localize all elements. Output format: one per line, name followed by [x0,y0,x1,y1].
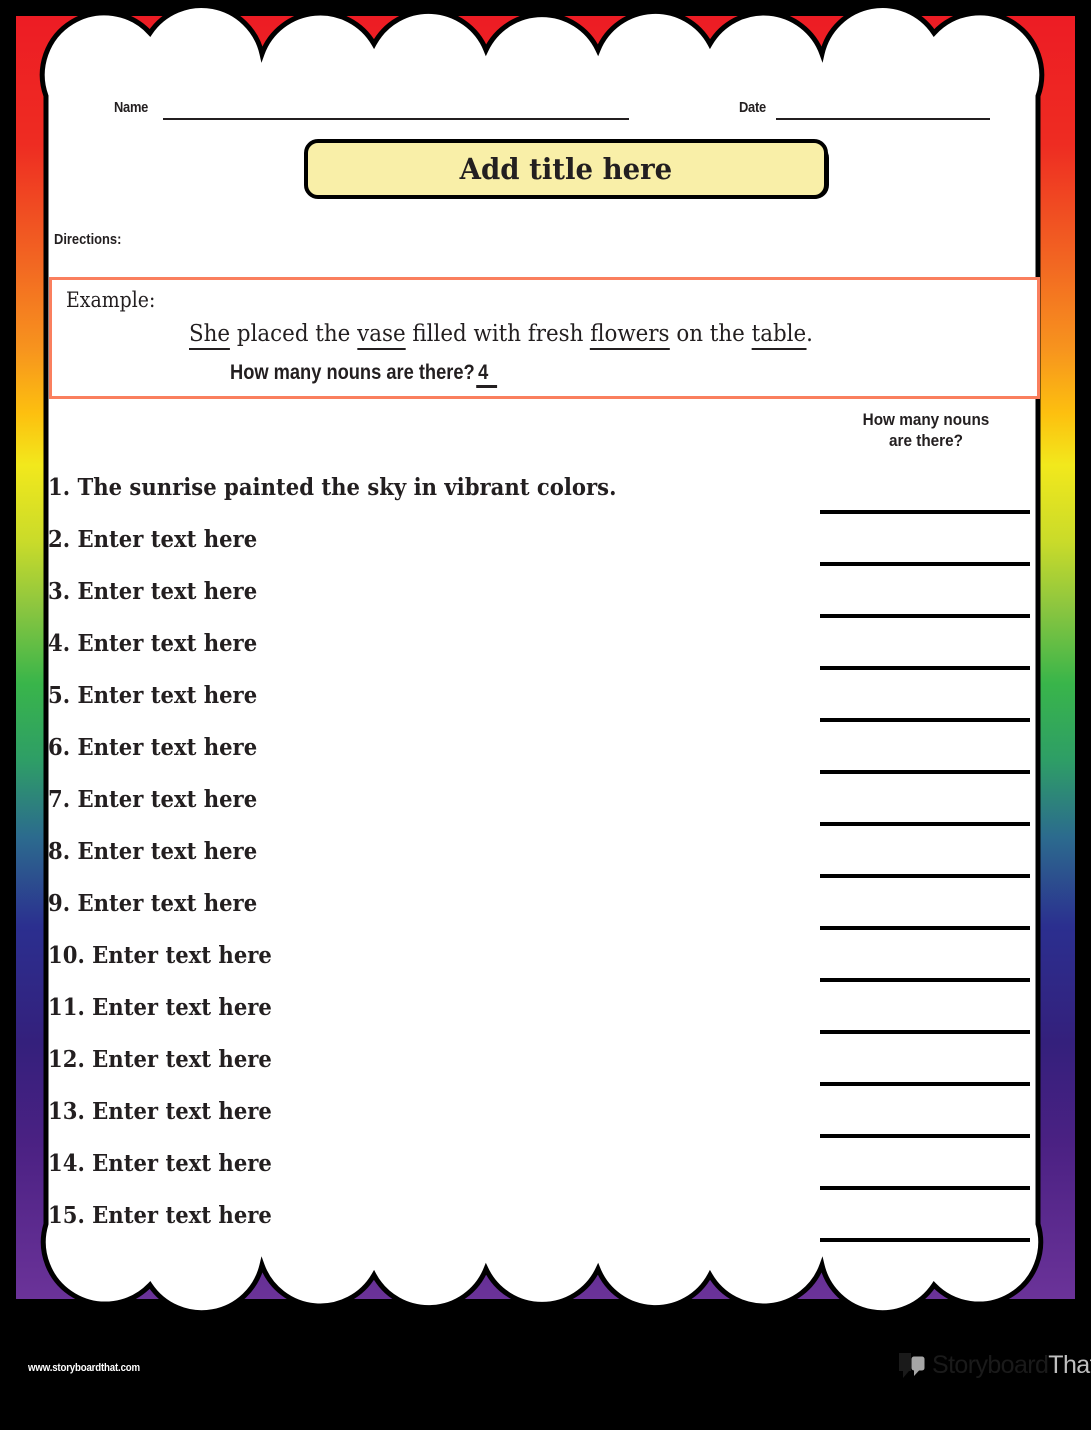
question-row: 4. Enter text here [48,630,798,682]
answer-input-line[interactable] [820,1186,1030,1190]
answer-slot [820,578,1032,630]
example-label: Example: [66,288,156,312]
question-text[interactable]: 13. Enter text here [48,1098,272,1125]
answer-input-line[interactable] [820,1030,1030,1034]
answer-input-line[interactable] [820,822,1030,826]
example-box: Example: She placed the vase filled with… [49,277,1040,399]
question-row: 10. Enter text here [48,942,798,994]
date-label: Date [739,99,766,116]
example-sentence-text: on the [669,321,752,347]
directions-label: Directions: [54,231,122,248]
answer-input-line[interactable] [820,1238,1030,1242]
answer-slot [820,682,1032,734]
answer-slot [820,630,1032,682]
answer-line-list [820,474,1032,1254]
question-row: 13. Enter text here [48,1098,798,1150]
question-text[interactable]: 12. Enter text here [48,1046,272,1073]
answer-slot [820,526,1032,578]
logo-text-that: That [1048,1350,1091,1379]
question-text[interactable]: 10. Enter text here [48,942,272,969]
answer-slot [820,786,1032,838]
answer-slot [820,1202,1032,1254]
answer-input-line[interactable] [820,510,1030,514]
answer-input-line[interactable] [820,926,1030,930]
answer-input-line[interactable] [820,1082,1030,1086]
answer-column-header-line2: are there? [889,431,963,450]
question-text[interactable]: 9. Enter text here [48,890,257,917]
question-row: 2. Enter text here [48,526,798,578]
answer-slot [820,942,1032,994]
logo-wordmark: StoryboardThat [932,1350,1091,1379]
answer-input-line[interactable] [820,614,1030,618]
question-row: 1. The sunrise painted the sky in vibran… [48,474,798,526]
question-row: 14. Enter text here [48,1150,798,1202]
answer-input-line[interactable] [820,562,1030,566]
answer-slot [820,838,1032,890]
storyboardthat-logo[interactable]: StoryboardThat [898,1348,1091,1382]
question-text[interactable]: 2. Enter text here [48,526,257,553]
answer-slot [820,1098,1032,1150]
question-text[interactable]: 4. Enter text here [48,630,257,657]
answer-input-line[interactable] [820,666,1030,670]
date-input-line[interactable] [776,118,990,120]
question-text[interactable]: 8. Enter text here [48,838,257,865]
answer-input-line[interactable] [820,770,1030,774]
question-row: 11. Enter text here [48,994,798,1046]
question-text[interactable]: 5. Enter text here [48,682,257,709]
answer-slot [820,1046,1032,1098]
example-question-row: How many nouns are there? 4 [230,361,498,388]
name-label: Name [114,99,149,116]
example-sentence: She placed the vase filled with fresh fl… [189,321,813,350]
title-banner-body[interactable]: Add title here [304,139,828,199]
footer-website-url[interactable]: www.storyboardthat.com [28,1362,140,1374]
question-text[interactable]: 15. Enter text here [48,1202,272,1229]
name-date-row: Name Date [0,96,1091,122]
question-row: 3. Enter text here [48,578,798,630]
answer-column-header: How many nouns are there? [831,409,1022,451]
example-answer-value: 4 [476,361,498,388]
question-text[interactable]: 1. The sunrise painted the sky in vibran… [48,474,616,501]
answer-input-line[interactable] [820,874,1030,878]
answer-slot [820,890,1032,942]
answer-slot [820,994,1032,1046]
answer-input-line[interactable] [820,1134,1030,1138]
answer-slot [820,474,1032,526]
question-text[interactable]: 11. Enter text here [48,994,272,1021]
question-row: 6. Enter text here [48,734,798,786]
answer-column-header-line1: How many nouns [862,410,990,429]
question-text[interactable]: 6. Enter text here [48,734,257,761]
logo-text-storyboard: Storyboard [932,1350,1049,1379]
name-input-line[interactable] [163,118,629,120]
worksheet-title: Add title here [459,152,673,186]
title-banner[interactable]: Add title here [304,139,832,201]
example-underlined-noun: table [751,321,807,350]
answer-input-line[interactable] [820,978,1030,982]
answer-slot [820,734,1032,786]
example-underlined-noun: vase [357,321,406,350]
question-text[interactable]: 7. Enter text here [48,786,257,813]
example-sentence-text: . [806,321,813,347]
example-sentence-text: filled with fresh [405,321,591,347]
question-text[interactable]: 3. Enter text here [48,578,257,605]
question-row: 8. Enter text here [48,838,798,890]
speech-bubble-icon [899,1353,925,1378]
question-row: 9. Enter text here [48,890,798,942]
example-sentence-text: placed the [230,321,358,347]
question-row: 12. Enter text here [48,1046,798,1098]
answer-input-line[interactable] [820,718,1030,722]
example-question-text: How many nouns are there? [230,361,475,384]
answer-slot [820,1150,1032,1202]
question-row: 7. Enter text here [48,786,798,838]
question-list: 1. The sunrise painted the sky in vibran… [48,474,798,1254]
question-text[interactable]: 14. Enter text here [48,1150,272,1177]
example-underlined-noun: She [189,321,231,350]
example-underlined-noun: flowers [590,321,670,350]
question-row: 5. Enter text here [48,682,798,734]
question-row: 15. Enter text here [48,1202,798,1254]
worksheet-page: Name Date Add title here Directions: Exa… [0,0,1091,1430]
